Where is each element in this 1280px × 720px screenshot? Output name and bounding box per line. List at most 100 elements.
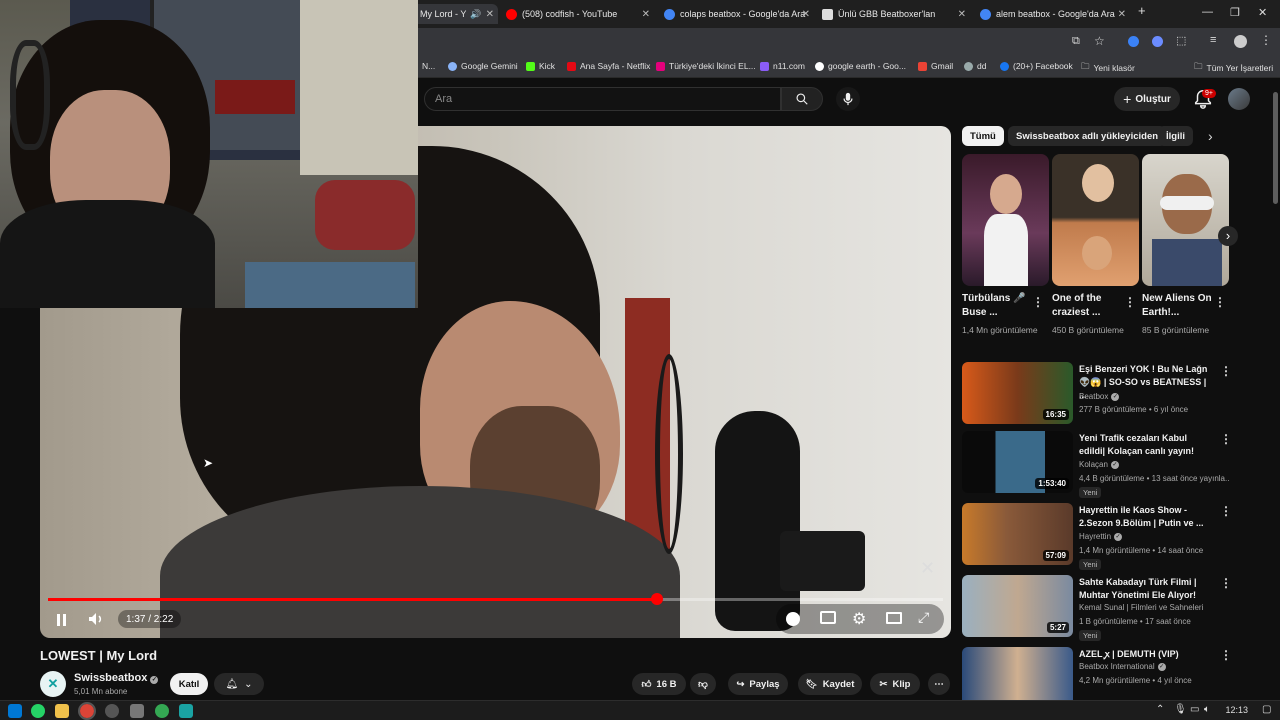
- video-title-link[interactable]: Hayrettin ile Kaos Show - 2.Sezon 9.Bölü…: [1079, 504, 1214, 530]
- media-icon[interactable]: ≡: [1210, 34, 1216, 46]
- bookmark-item[interactable]: google earth - Goo...: [815, 61, 906, 71]
- video-title-link[interactable]: Yeni Trafik cezaları Kabul edildi| Kolaç…: [1079, 432, 1214, 458]
- subscription-bell-button[interactable]: 🔔︎ ⌄: [214, 673, 264, 695]
- app-icon[interactable]: [105, 704, 119, 718]
- chip-related[interactable]: İlgili: [1158, 126, 1193, 146]
- bookmark-item[interactable]: (20+) Facebook: [1000, 61, 1073, 71]
- extension-icon[interactable]: [1152, 36, 1163, 47]
- close-window-icon[interactable]: ✕: [1258, 6, 1267, 19]
- fullscreen-icon[interactable]: ⤢: [918, 609, 929, 626]
- bookmark-item[interactable]: Gmail: [918, 61, 953, 71]
- chips-next-icon[interactable]: ›: [1208, 128, 1213, 144]
- bookmark-item[interactable]: n11.com: [760, 61, 805, 71]
- subtitles-icon[interactable]: [820, 611, 836, 624]
- bookmark-item[interactable]: Ana Sayfa - Netflix: [567, 61, 650, 71]
- settings-gear-icon[interactable]: ⚙: [852, 609, 866, 629]
- notification-center-icon[interactable]: ▢: [1262, 704, 1271, 715]
- tab-current[interactable]: My Lord - Y 🔊 ✕: [412, 4, 498, 24]
- short-thumbnail[interactable]: [962, 154, 1049, 286]
- short-title[interactable]: Türbülans 🎤 Buse ...: [962, 292, 1032, 320]
- share-button[interactable]: ↪ Paylaş: [728, 673, 788, 695]
- restore-icon[interactable]: ❐: [1230, 6, 1240, 19]
- app-icon[interactable]: [130, 704, 144, 718]
- close-tab-icon[interactable]: ✕: [1118, 9, 1126, 20]
- search-input[interactable]: Ara: [424, 87, 781, 111]
- network-icon[interactable]: ▭: [1190, 704, 1199, 715]
- video-thumbnail[interactable]: 5:27: [962, 575, 1073, 637]
- more-actions-button[interactable]: ⋯: [928, 673, 950, 695]
- video-thumbnail[interactable]: 1:53:40: [962, 431, 1073, 493]
- menu-icon[interactable]: ⋮: [1260, 33, 1272, 47]
- extension-icon[interactable]: [1128, 36, 1139, 47]
- progress-scrubber[interactable]: [650, 593, 663, 605]
- chrome-profile-icon[interactable]: [155, 704, 169, 718]
- file-explorer-icon[interactable]: [55, 704, 69, 718]
- more-vertical-icon[interactable]: ⋮: [1220, 504, 1232, 518]
- pause-button[interactable]: [50, 610, 72, 630]
- more-vertical-icon[interactable]: ⋮: [1220, 576, 1232, 590]
- chip-from-uploader[interactable]: Swissbeatbox adlı yükleyiciden: [1008, 126, 1167, 146]
- app-icon[interactable]: [179, 704, 193, 718]
- more-vertical-icon[interactable]: ⋮: [1220, 364, 1232, 378]
- channel-name[interactable]: Swissbeatbox ✓: [74, 672, 159, 684]
- microphone-tray-icon[interactable]: 🎙︎: [1174, 704, 1187, 715]
- more-vertical-icon[interactable]: ⋮: [1220, 432, 1232, 446]
- shorts-next-icon[interactable]: ›: [1218, 226, 1238, 246]
- search-button[interactable]: [781, 87, 823, 111]
- start-icon[interactable]: [8, 704, 22, 718]
- more-vertical-icon[interactable]: ⋮: [1220, 648, 1232, 662]
- tab-gbb[interactable]: Ünlü GBB Beatboxer'lan ✕: [822, 4, 970, 24]
- speaker-tray-icon[interactable]: 🔈︎: [1204, 704, 1210, 715]
- join-button[interactable]: Katıl: [170, 673, 208, 695]
- short-thumbnail[interactable]: [1142, 154, 1229, 286]
- video-channel[interactable]: Hayrettin ✓: [1079, 532, 1123, 541]
- video-channel[interactable]: Beatbox International ✓: [1079, 662, 1166, 671]
- tray-chevron-icon[interactable]: ⌃: [1156, 704, 1164, 715]
- video-thumbnail[interactable]: 57:09: [962, 503, 1073, 565]
- autoplay-toggle-icon[interactable]: [786, 612, 800, 626]
- clip-button[interactable]: ✂ Klip: [870, 673, 920, 695]
- video-thumbnail[interactable]: [962, 647, 1073, 700]
- tab-alem[interactable]: alem beatbox - Google'da Ara ✕: [980, 4, 1130, 24]
- profile-icon[interactable]: [1234, 35, 1247, 48]
- like-button[interactable]: 👍︎ 16 B: [632, 673, 686, 695]
- whatsapp-icon[interactable]: [31, 704, 45, 718]
- video-channel[interactable]: Kemal Sunal | Filmleri ve Sahneleri: [1079, 603, 1203, 612]
- channel-avatar[interactable]: ✕: [40, 671, 66, 697]
- more-vertical-icon[interactable]: ⋮: [1124, 295, 1136, 309]
- close-tab-icon[interactable]: ✕: [802, 9, 810, 20]
- bookmark-item[interactable]: N...: [422, 61, 435, 71]
- tab-codfish[interactable]: (508) codfish - YouTube ✕: [506, 4, 654, 24]
- scrollbar-thumb[interactable]: [1273, 92, 1278, 204]
- short-title[interactable]: One of the craziest ...: [1052, 292, 1122, 320]
- video-title-link[interactable]: AZEL ꭙ | DEMUTH (VIP): [1079, 648, 1214, 661]
- cast-icon[interactable]: ⧉: [1072, 35, 1080, 48]
- bookmark-item[interactable]: Google Gemini: [448, 61, 518, 71]
- more-vertical-icon[interactable]: ⋮: [1214, 295, 1226, 309]
- bookmark-star-icon[interactable]: ☆: [1094, 34, 1105, 48]
- video-title-link[interactable]: Sahte Kabadayı Türk Filmi | Muhtar Yönet…: [1079, 576, 1214, 602]
- video-channel[interactable]: Beatbox ✓: [1079, 392, 1120, 401]
- short-title[interactable]: New Aliens On Earth!...: [1142, 292, 1212, 320]
- video-thumbnail[interactable]: 16:35: [962, 362, 1073, 424]
- new-tab-button[interactable]: +: [1138, 3, 1146, 18]
- chip-all[interactable]: Tümü: [962, 126, 1004, 146]
- minimize-icon[interactable]: —: [1202, 6, 1213, 18]
- all-bookmarks[interactable]: 🗀 Tüm Yer İşaretleri: [1194, 61, 1273, 75]
- short-thumbnail[interactable]: [1052, 154, 1139, 286]
- tab-colaps[interactable]: colaps beatbox - Google'da Ara ✕: [664, 4, 814, 24]
- create-button[interactable]: + Oluştur: [1114, 87, 1180, 111]
- video-channel[interactable]: Kolaçan ✓: [1079, 460, 1119, 469]
- volume-button[interactable]: [84, 608, 108, 630]
- dislike-button[interactable]: 👎︎: [690, 673, 716, 695]
- puzzle-icon[interactable]: ⬚: [1176, 34, 1186, 47]
- user-avatar[interactable]: [1228, 88, 1250, 110]
- close-tab-icon[interactable]: ✕: [958, 9, 966, 20]
- bookmark-item[interactable]: Türkiye'deki İkinci EL...: [656, 61, 756, 71]
- bookmark-item[interactable]: Kick: [526, 61, 555, 71]
- close-tab-icon[interactable]: ✕: [486, 9, 494, 20]
- close-tab-icon[interactable]: ✕: [642, 9, 650, 20]
- voice-search-button[interactable]: [836, 87, 860, 111]
- more-vertical-icon[interactable]: ⋮: [1032, 295, 1044, 309]
- theater-mode-icon[interactable]: [886, 612, 902, 624]
